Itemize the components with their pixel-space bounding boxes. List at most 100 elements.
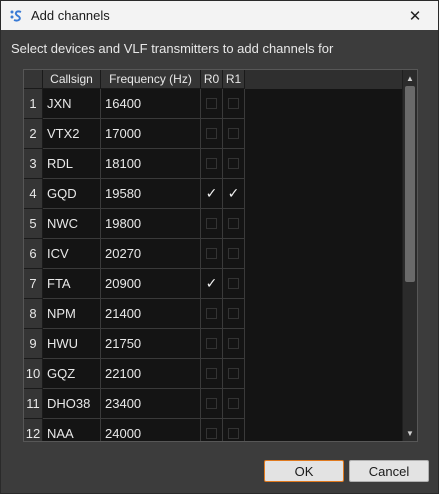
r1-cell[interactable] <box>223 419 245 441</box>
r0-cell[interactable] <box>201 299 223 329</box>
r1-checkbox[interactable] <box>228 398 239 409</box>
frequency-cell[interactable]: 20900 <box>101 269 201 299</box>
callsign-cell[interactable]: FTA <box>43 269 101 299</box>
table-row[interactable]: 8 NPM 21400 <box>24 299 404 329</box>
callsign-cell[interactable]: NWC <box>43 209 101 239</box>
r1-checkbox[interactable] <box>228 278 239 289</box>
callsign-cell[interactable]: GQZ <box>43 359 101 389</box>
r0-checkbox[interactable]: ✓ <box>206 186 218 200</box>
r0-cell[interactable] <box>201 359 223 389</box>
ok-button[interactable]: OK <box>264 460 344 482</box>
row-number[interactable]: 8 <box>24 299 43 329</box>
row-number[interactable]: 10 <box>24 359 43 389</box>
r1-cell[interactable] <box>223 209 245 239</box>
scroll-up-icon[interactable]: ▲ <box>403 72 417 84</box>
r1-cell[interactable] <box>223 299 245 329</box>
frequency-cell[interactable]: 16400 <box>101 89 201 119</box>
r0-cell[interactable] <box>201 329 223 359</box>
header-r0[interactable]: R0 <box>201 70 223 89</box>
table-row[interactable]: 4 GQD 19580 ✓ ✓ <box>24 179 404 209</box>
table-row[interactable]: 6 ICV 20270 <box>24 239 404 269</box>
r1-checkbox[interactable] <box>228 428 239 439</box>
row-number[interactable]: 7 <box>24 269 43 299</box>
r1-checkbox[interactable] <box>228 128 239 139</box>
r1-cell[interactable] <box>223 149 245 179</box>
r0-checkbox[interactable] <box>206 428 217 439</box>
header-r1[interactable]: R1 <box>223 70 245 89</box>
frequency-cell[interactable]: 18100 <box>101 149 201 179</box>
callsign-cell[interactable]: NAA <box>43 419 101 441</box>
r0-checkbox[interactable] <box>206 248 217 259</box>
r1-checkbox[interactable] <box>228 338 239 349</box>
r1-cell[interactable] <box>223 269 245 299</box>
row-number[interactable]: 4 <box>24 179 43 209</box>
r0-checkbox[interactable] <box>206 218 217 229</box>
frequency-cell[interactable]: 19800 <box>101 209 201 239</box>
r0-cell[interactable] <box>201 119 223 149</box>
callsign-cell[interactable]: JXN <box>43 89 101 119</box>
r0-checkbox[interactable] <box>206 308 217 319</box>
row-number[interactable]: 2 <box>24 119 43 149</box>
table-row[interactable]: 12 NAA 24000 <box>24 419 404 441</box>
r1-cell[interactable] <box>223 239 245 269</box>
callsign-cell[interactable]: VTX2 <box>43 119 101 149</box>
row-number[interactable]: 6 <box>24 239 43 269</box>
r1-cell[interactable] <box>223 389 245 419</box>
callsign-cell[interactable]: GQD <box>43 179 101 209</box>
frequency-cell[interactable]: 19580 <box>101 179 201 209</box>
r0-checkbox[interactable] <box>206 98 217 109</box>
r0-checkbox[interactable]: ✓ <box>206 276 218 290</box>
r0-cell[interactable] <box>201 149 223 179</box>
r0-checkbox[interactable] <box>206 368 217 379</box>
r1-checkbox[interactable] <box>228 218 239 229</box>
r1-checkbox[interactable] <box>228 98 239 109</box>
r0-cell[interactable]: ✓ <box>201 179 223 209</box>
callsign-cell[interactable]: DHO38 <box>43 389 101 419</box>
table-row[interactable]: 5 NWC 19800 <box>24 209 404 239</box>
title-bar[interactable]: Add channels ✕ <box>1 1 438 30</box>
vertical-scrollbar[interactable]: ▲ ▼ <box>402 70 417 441</box>
r0-cell[interactable]: ✓ <box>201 269 223 299</box>
corner-header[interactable] <box>24 70 43 89</box>
row-number[interactable]: 9 <box>24 329 43 359</box>
r0-cell[interactable] <box>201 89 223 119</box>
table-row[interactable]: 3 RDL 18100 <box>24 149 404 179</box>
callsign-cell[interactable]: HWU <box>43 329 101 359</box>
r1-checkbox[interactable] <box>228 368 239 379</box>
scroll-down-icon[interactable]: ▼ <box>403 427 417 439</box>
r0-cell[interactable] <box>201 209 223 239</box>
r1-cell[interactable] <box>223 119 245 149</box>
r0-checkbox[interactable] <box>206 398 217 409</box>
r0-checkbox[interactable] <box>206 158 217 169</box>
r0-checkbox[interactable] <box>206 338 217 349</box>
row-number[interactable]: 3 <box>24 149 43 179</box>
header-frequency[interactable]: Frequency (Hz) <box>101 70 201 89</box>
r1-checkbox[interactable]: ✓ <box>228 186 240 200</box>
row-number[interactable]: 12 <box>24 419 43 441</box>
frequency-cell[interactable]: 20270 <box>101 239 201 269</box>
r0-cell[interactable] <box>201 239 223 269</box>
frequency-cell[interactable]: 21750 <box>101 329 201 359</box>
frequency-cell[interactable]: 17000 <box>101 119 201 149</box>
frequency-cell[interactable]: 21400 <box>101 299 201 329</box>
r1-checkbox[interactable] <box>228 158 239 169</box>
table-row[interactable]: 7 FTA 20900 ✓ <box>24 269 404 299</box>
table-row[interactable]: 11 DHO38 23400 <box>24 389 404 419</box>
r1-cell[interactable] <box>223 329 245 359</box>
r1-cell[interactable] <box>223 359 245 389</box>
frequency-cell[interactable]: 24000 <box>101 419 201 441</box>
header-callsign[interactable]: Callsign <box>43 70 101 89</box>
row-number[interactable]: 11 <box>24 389 43 419</box>
r1-cell[interactable] <box>223 89 245 119</box>
frequency-cell[interactable]: 23400 <box>101 389 201 419</box>
scroll-thumb[interactable] <box>405 86 415 282</box>
table-row[interactable]: 1 JXN 16400 <box>24 89 404 119</box>
row-number[interactable]: 1 <box>24 89 43 119</box>
r0-cell[interactable] <box>201 419 223 441</box>
callsign-cell[interactable]: RDL <box>43 149 101 179</box>
callsign-cell[interactable]: ICV <box>43 239 101 269</box>
r1-checkbox[interactable] <box>228 308 239 319</box>
r0-checkbox[interactable] <box>206 128 217 139</box>
cancel-button[interactable]: Cancel <box>349 460 429 482</box>
r0-cell[interactable] <box>201 389 223 419</box>
